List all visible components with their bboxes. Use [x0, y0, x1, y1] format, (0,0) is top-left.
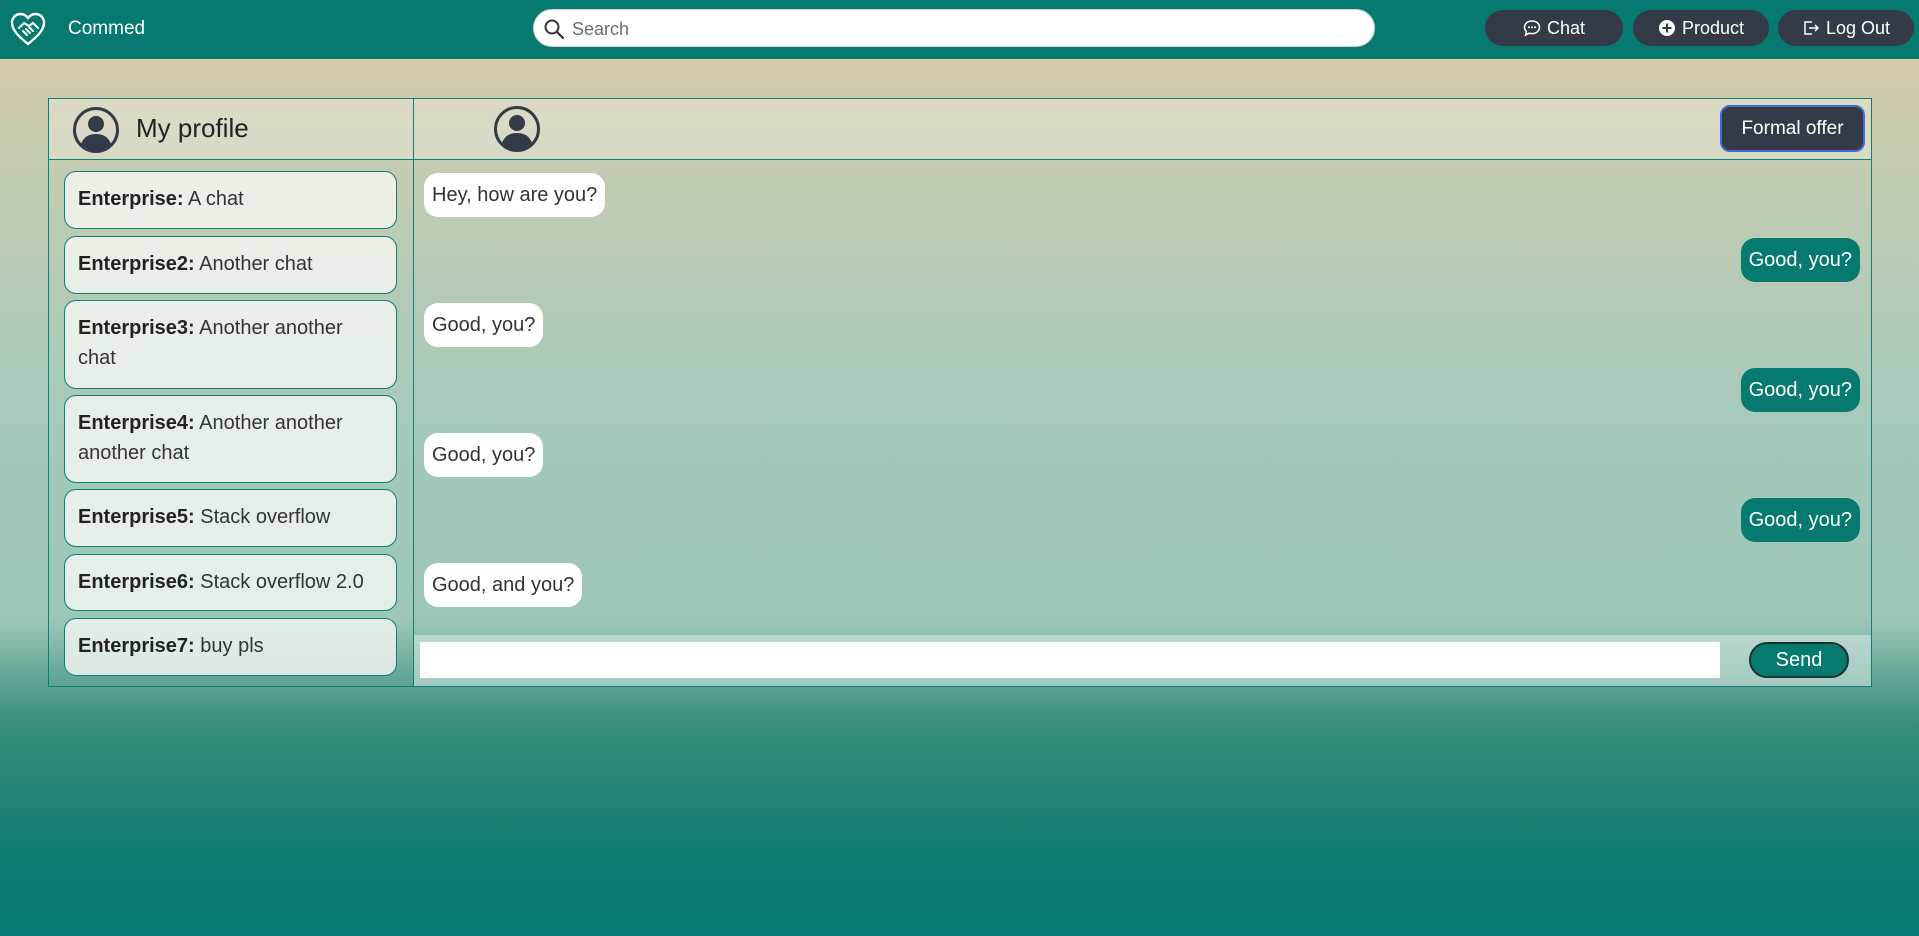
- chat-list-item[interactable]: Enterprise4: Another another another cha…: [64, 395, 397, 483]
- logout-button[interactable]: Log Out: [1778, 10, 1914, 46]
- chat-title: buy pls: [200, 635, 264, 657]
- chat-enterprise-name: Enterprise6:: [78, 571, 195, 593]
- chat-button[interactable]: Chat: [1485, 10, 1623, 46]
- chat-list-item[interactable]: Enterprise5: Stack overflow: [64, 489, 397, 547]
- chat-button-label: Chat: [1546, 17, 1586, 38]
- message-incoming: Good, you?: [424, 303, 544, 347]
- message-outgoing: Good, you?: [1740, 368, 1860, 412]
- chat-title: A chat: [188, 188, 244, 210]
- message-incoming: Hey, how are you?: [424, 173, 606, 217]
- chat-bubble-icon: [1523, 20, 1541, 37]
- chat-title: Another chat: [199, 253, 313, 275]
- user-avatar-icon: [73, 107, 119, 153]
- chat-list: Enterprise: A chat Enterprise2: Another …: [48, 159, 414, 687]
- chat-enterprise-name: Enterprise3:: [78, 317, 195, 339]
- chat-enterprise-name: Enterprise5:: [78, 506, 195, 528]
- contact-avatar-icon[interactable]: [493, 105, 541, 153]
- chat-list-item[interactable]: Enterprise2: Another chat: [64, 236, 397, 294]
- top-navbar: Commed Chat Product Log Out: [0, 0, 1919, 59]
- chat-list-item[interactable]: Enterprise: A chat: [64, 171, 397, 229]
- profile-title: My profile: [136, 113, 249, 143]
- message-incoming: Good, you?: [424, 433, 544, 477]
- conversation-header: Formal offer: [413, 98, 1872, 160]
- message-outgoing: Good, you?: [1740, 238, 1860, 282]
- handshake-heart-icon: [10, 12, 46, 46]
- logout-icon: [1804, 21, 1820, 35]
- search-bar: [533, 9, 1375, 48]
- chat-enterprise-name: Enterprise4:: [78, 412, 195, 434]
- brand-name: Commed: [68, 18, 146, 39]
- message-input[interactable]: [420, 642, 1720, 678]
- search-input[interactable]: [570, 10, 1364, 48]
- chat-enterprise-name: Enterprise:: [78, 188, 184, 210]
- message-incoming: Good, and you?: [424, 563, 583, 607]
- profile-header[interactable]: My profile: [48, 98, 414, 160]
- chat-enterprise-name: Enterprise2:: [78, 253, 195, 275]
- formal-offer-button[interactable]: Formal offer: [1720, 105, 1865, 152]
- chat-list-item[interactable]: Enterprise6: Stack overflow 2.0: [64, 554, 397, 611]
- chat-title: Stack overflow: [200, 506, 331, 528]
- chat-title: Stack overflow 2.0: [200, 571, 364, 593]
- chat-enterprise-name: Enterprise7:: [78, 635, 195, 657]
- plus-circle-icon: [1658, 20, 1675, 36]
- send-button[interactable]: Send: [1749, 642, 1849, 678]
- product-button-label: Product: [1681, 17, 1745, 38]
- message-composer: Send: [414, 635, 1871, 686]
- chat-list-item[interactable]: Enterprise7: buy pls: [64, 618, 397, 676]
- product-button[interactable]: Product: [1633, 10, 1769, 46]
- message-outgoing: Good, you?: [1740, 498, 1860, 542]
- brand[interactable]: Commed: [10, 11, 145, 47]
- search-icon: [544, 19, 565, 40]
- logout-button-label: Log Out: [1825, 17, 1891, 38]
- chat-list-item[interactable]: Enterprise3: Another another chat: [64, 300, 397, 389]
